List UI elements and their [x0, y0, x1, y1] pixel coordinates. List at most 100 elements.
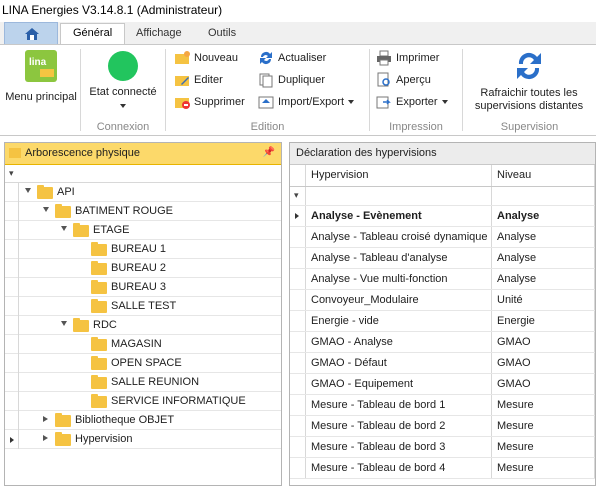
folder-icon — [73, 223, 89, 237]
folder-icon — [55, 204, 71, 218]
etat-connecte-button[interactable]: Etat connecté — [83, 49, 163, 112]
tree-node[interactable]: SERVICE INFORMATIQUE — [5, 392, 281, 411]
folder-icon — [55, 413, 71, 427]
table-row[interactable]: Mesure - Tableau de bord 1 Mesure — [290, 395, 595, 416]
etat-label: Etat connecté — [89, 86, 157, 98]
apercu-button[interactable]: Aperçu — [376, 70, 431, 90]
refresh-icon — [517, 52, 541, 80]
cell-niveau: GMAO — [492, 332, 595, 352]
collapse-icon[interactable] — [25, 188, 31, 193]
folder-icon — [91, 299, 107, 313]
table-row[interactable]: Analyse - Tableau croisé dynamique Analys… — [290, 227, 595, 248]
cell-hypervision: GMAO - Défaut — [306, 353, 492, 373]
tree-node[interactable]: SALLE REUNION — [5, 373, 281, 392]
group-supervision: Rafraichir toutes les supervisions dista… — [463, 45, 596, 135]
collapse-icon[interactable] — [61, 226, 67, 231]
arborescence-panel: Arborescence physique 📌 ▾ API BATIMENT RO… — [4, 142, 282, 486]
expand-icon[interactable] — [43, 416, 48, 422]
lina-logo-icon: lina — [25, 50, 57, 82]
physical-tree: API BATIMENT ROUGE ETAGE BUREAU 1 BUREAU 2 BU… — [5, 183, 281, 449]
import-export-button[interactable]: Import/Export — [258, 92, 355, 112]
table-row[interactable]: Analyse - Vue multi-fonction Analyse — [290, 269, 595, 290]
tree-node[interactable]: MAGASIN — [5, 335, 281, 354]
tree-node-label: BUREAU 3 — [111, 281, 167, 293]
window-title: LINA Energies V3.14.8.1 (Administrateur) — [0, 0, 596, 22]
tree-node[interactable]: BUREAU 1 — [5, 240, 281, 259]
exporter-button[interactable]: Exporter — [376, 92, 448, 112]
home-tab[interactable] — [4, 22, 58, 44]
tree-node[interactable]: BATIMENT ROUGE — [5, 202, 281, 221]
collapse-icon[interactable] — [61, 321, 67, 326]
expand-icon[interactable] — [43, 435, 48, 441]
tree-node[interactable]: ETAGE — [5, 221, 281, 240]
filter-icon: ▾ — [9, 168, 14, 178]
tab-general[interactable]: Général — [60, 23, 126, 45]
pin-icon[interactable]: 📌 — [263, 147, 275, 158]
nouveau-button[interactable]: Nouveau — [174, 48, 238, 68]
tree-node[interactable]: API — [5, 183, 281, 202]
dupliquer-button[interactable]: Dupliquer — [258, 70, 325, 90]
folder-icon — [91, 356, 107, 370]
tree-node[interactable]: BUREAU 2 — [5, 259, 281, 278]
hypervisions-panel: Déclaration des hypervisions Hypervision… — [289, 142, 596, 486]
cell-niveau: Mesure — [492, 416, 595, 436]
rafraichir-label-2: supervisions distantes — [474, 100, 584, 112]
edit-icon — [174, 72, 190, 88]
ribbon: lina Menu principal Etat connecté Connex… — [0, 44, 596, 136]
editer-button[interactable]: Editer — [174, 70, 223, 90]
cell-niveau: Unité — [492, 290, 595, 310]
panel-title: Déclaration des hypervisions — [290, 143, 595, 165]
cell-hypervision: Mesure - Tableau de bord 3 — [306, 437, 492, 457]
chevron-down-icon — [441, 100, 448, 104]
menu-principal-button[interactable]: lina Menu principal — [4, 49, 78, 104]
folder-icon — [55, 432, 71, 446]
table-row[interactable]: GMAO - Equipement GMAO — [290, 374, 595, 395]
column-niveau[interactable]: Niveau — [492, 165, 595, 186]
printer-icon — [376, 50, 392, 66]
actualiser-button[interactable]: Actualiser — [258, 48, 326, 68]
imprimer-button[interactable]: Imprimer — [376, 48, 439, 68]
ribbon-tabbar: Général Affichage Outils — [0, 22, 596, 45]
tree-node-label: SERVICE INFORMATIQUE — [111, 395, 246, 407]
table-row[interactable]: Mesure - Tableau de bord 2 Mesure — [290, 416, 595, 437]
chevron-down-icon — [120, 104, 126, 109]
grid-filter-row[interactable]: ▾ — [290, 187, 595, 206]
cell-niveau: Analyse — [492, 248, 595, 268]
refresh-icon — [258, 50, 274, 66]
new-folder-icon — [174, 50, 190, 66]
tree-filter-row[interactable]: ▾ — [5, 165, 281, 183]
tree-node[interactable]: Bibliotheque OBJET — [5, 411, 281, 430]
tree-node-label: Bibliotheque OBJET — [75, 414, 175, 426]
panel-title: Arborescence physique — [25, 147, 140, 159]
tree-node[interactable]: OPEN SPACE — [5, 354, 281, 373]
rafraichir-button[interactable]: Rafraichir toutes les supervisions dista… — [465, 49, 593, 113]
tab-outils[interactable]: Outils — [196, 24, 248, 44]
collapse-icon[interactable] — [43, 207, 49, 212]
tree-node[interactable]: Hypervision — [5, 430, 281, 449]
folder-icon — [91, 337, 107, 351]
group-menu: lina Menu principal — [0, 45, 80, 135]
tree-node[interactable]: BUREAU 3 — [5, 278, 281, 297]
supprimer-button[interactable]: Supprimer — [174, 92, 245, 112]
tab-affichage[interactable]: Affichage — [124, 24, 194, 44]
tree-node-label: ETAGE — [93, 224, 130, 236]
folder-icon — [91, 242, 107, 256]
folder-icon — [37, 185, 53, 199]
table-row[interactable]: GMAO - Défaut GMAO — [290, 353, 595, 374]
tree-node-label: API — [57, 186, 75, 198]
table-row[interactable]: Mesure - Tableau de bord 4 Mesure — [290, 458, 595, 479]
tree-node[interactable]: RDC — [5, 316, 281, 335]
group-label-impression: Impression — [389, 121, 443, 133]
tree-node-label: RDC — [93, 319, 117, 331]
table-row[interactable]: Mesure - Tableau de bord 3 Mesure — [290, 437, 595, 458]
table-row[interactable]: Analyse - Tableau d'analyse Analyse — [290, 248, 595, 269]
tree-node[interactable]: SALLE TEST — [5, 297, 281, 316]
cell-niveau: GMAO — [492, 374, 595, 394]
cell-hypervision: GMAO - Equipement — [306, 374, 492, 394]
table-row[interactable]: Convoyeur_Modulaire Unité — [290, 290, 595, 311]
column-hypervision[interactable]: Hypervision — [306, 165, 492, 186]
table-row[interactable]: Energie - vide Energie — [290, 311, 595, 332]
table-row[interactable]: GMAO - Analyse GMAO — [290, 332, 595, 353]
cell-niveau: Analyse — [492, 269, 595, 289]
table-row[interactable]: Analyse - Evènement Analyse — [290, 206, 595, 227]
